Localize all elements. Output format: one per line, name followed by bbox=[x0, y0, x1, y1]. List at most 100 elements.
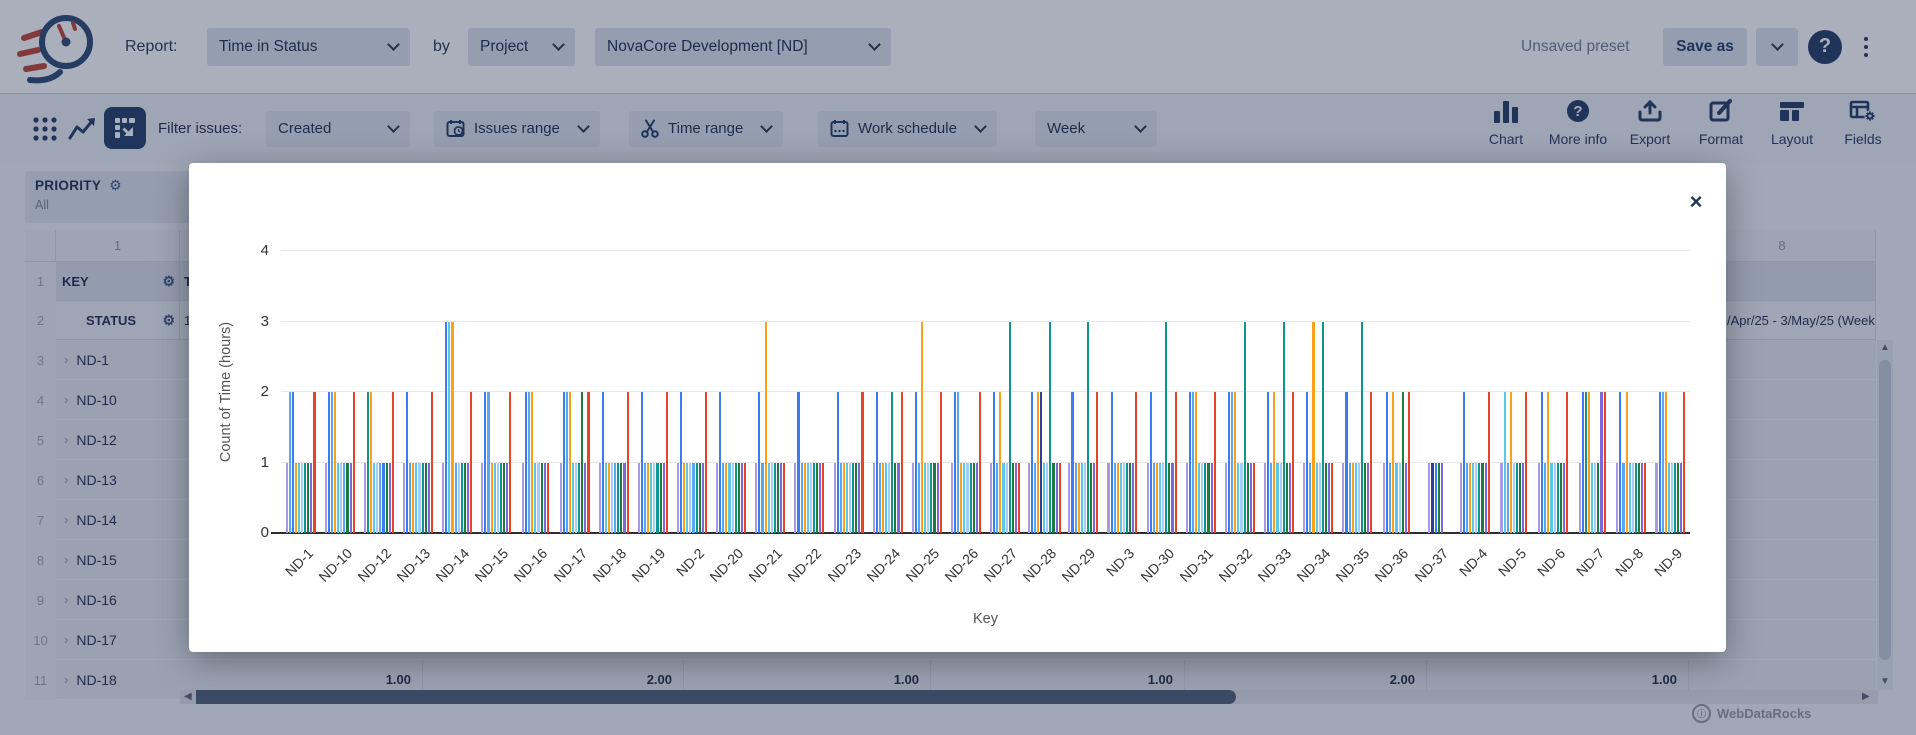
chart-bar[interactable] bbox=[415, 463, 417, 534]
chart-bar[interactable] bbox=[771, 463, 773, 534]
chart-bar[interactable] bbox=[761, 463, 763, 534]
chart-bar[interactable] bbox=[774, 463, 776, 534]
chart-bar[interactable] bbox=[1228, 392, 1230, 533]
chart-bar[interactable] bbox=[531, 392, 533, 533]
chart-bar[interactable] bbox=[1159, 463, 1161, 534]
chart-bar[interactable] bbox=[506, 463, 508, 534]
chart-bar[interactable] bbox=[1009, 322, 1011, 534]
chart-bar[interactable] bbox=[1460, 463, 1462, 534]
chart-bar[interactable] bbox=[313, 392, 315, 533]
chart-bar[interactable] bbox=[1087, 322, 1089, 534]
chart-bar[interactable] bbox=[1028, 463, 1030, 534]
chart-bar[interactable] bbox=[689, 463, 691, 534]
chart-bar[interactable] bbox=[599, 463, 601, 534]
chart-bar[interactable] bbox=[1635, 463, 1637, 534]
chart-bar[interactable] bbox=[1469, 463, 1471, 534]
chart-bar[interactable] bbox=[1207, 463, 1209, 534]
chart-bar[interactable] bbox=[1093, 463, 1095, 534]
chart-bar[interactable] bbox=[331, 392, 333, 533]
close-icon[interactable]: × bbox=[1683, 189, 1709, 215]
chart-bar[interactable] bbox=[611, 463, 613, 534]
chart-bar[interactable] bbox=[807, 463, 809, 534]
chart-bar[interactable] bbox=[481, 463, 483, 534]
chart-bar[interactable] bbox=[716, 463, 718, 534]
chart-bar[interactable] bbox=[406, 392, 408, 533]
chart-bar[interactable] bbox=[915, 392, 917, 533]
chart-bar[interactable] bbox=[581, 392, 583, 533]
chart-bar[interactable] bbox=[1370, 392, 1372, 533]
chart-bar[interactable] bbox=[1162, 463, 1164, 534]
chart-bar[interactable] bbox=[728, 463, 730, 534]
chart-bar[interactable] bbox=[1264, 463, 1266, 534]
chart-bar[interactable] bbox=[1507, 463, 1509, 534]
chart-bar[interactable] bbox=[1132, 463, 1134, 534]
chart-bar[interactable] bbox=[1659, 392, 1661, 533]
chart-bar[interactable] bbox=[663, 463, 665, 534]
chart-bar[interactable] bbox=[996, 463, 998, 534]
chart-bar[interactable] bbox=[289, 392, 291, 533]
chart-bar[interactable] bbox=[467, 463, 469, 534]
chart-bar[interactable] bbox=[578, 463, 580, 534]
chart-bar[interactable] bbox=[370, 392, 372, 533]
chart-bar[interactable] bbox=[1383, 463, 1385, 534]
chart-bar[interactable] bbox=[638, 463, 640, 534]
chart-bar[interactable] bbox=[719, 392, 721, 533]
chart-bar[interactable] bbox=[494, 463, 496, 534]
chart-bar[interactable] bbox=[1123, 463, 1125, 534]
chart-bar[interactable] bbox=[418, 463, 420, 534]
chart-bar[interactable] bbox=[644, 463, 646, 534]
chart-bar[interactable] bbox=[816, 463, 818, 534]
chart-bar[interactable] bbox=[534, 463, 536, 534]
chart-bar[interactable] bbox=[617, 463, 619, 534]
chart-bar[interactable] bbox=[1309, 463, 1311, 534]
chart-bar[interactable] bbox=[1078, 463, 1080, 534]
chart-bar[interactable] bbox=[1114, 463, 1116, 534]
chart-bar[interactable] bbox=[367, 392, 369, 533]
chart-bar[interactable] bbox=[379, 463, 381, 534]
chart-bar[interactable] bbox=[1165, 322, 1167, 534]
chart-bar[interactable] bbox=[970, 463, 972, 534]
chart-bar[interactable] bbox=[451, 322, 453, 534]
chart-bar[interactable] bbox=[1604, 392, 1606, 533]
chart-bar[interactable] bbox=[1247, 463, 1249, 534]
chart-bar[interactable] bbox=[918, 463, 920, 534]
chart-bar[interactable] bbox=[858, 463, 860, 534]
chart-bar[interactable] bbox=[1392, 392, 1394, 533]
chart-bar[interactable] bbox=[1156, 463, 1158, 534]
chart-bar[interactable] bbox=[1126, 463, 1128, 534]
chart-bar[interactable] bbox=[680, 392, 682, 533]
chart-bar[interactable] bbox=[1286, 463, 1288, 534]
chart-bar[interactable] bbox=[822, 463, 824, 534]
chart-bar[interactable] bbox=[1585, 392, 1587, 533]
chart-bar[interactable] bbox=[1560, 463, 1562, 534]
chart-bar[interactable] bbox=[1349, 463, 1351, 534]
chart-bar[interactable] bbox=[560, 463, 562, 534]
chart-bar[interactable] bbox=[1303, 463, 1305, 534]
chart-bar[interactable] bbox=[1204, 463, 1206, 534]
chart-bar[interactable] bbox=[353, 392, 355, 533]
chart-bar[interactable] bbox=[1214, 392, 1216, 533]
chart-bar[interactable] bbox=[1582, 392, 1584, 533]
chart-bar[interactable] bbox=[1475, 463, 1477, 534]
chart-bar[interactable] bbox=[364, 463, 366, 534]
chart-bar[interactable] bbox=[1071, 392, 1073, 533]
chart-bar[interactable] bbox=[1541, 392, 1543, 533]
chart-bar[interactable] bbox=[738, 463, 740, 534]
chart-bar[interactable] bbox=[1037, 392, 1039, 533]
chart-bar[interactable] bbox=[794, 463, 796, 534]
chart-bar[interactable] bbox=[650, 463, 652, 534]
chart-bar[interactable] bbox=[683, 463, 685, 534]
chart-bar[interactable] bbox=[487, 392, 489, 533]
chart-bar[interactable] bbox=[849, 463, 851, 534]
chart-bar[interactable] bbox=[544, 463, 546, 534]
chart-bar[interactable] bbox=[1084, 463, 1086, 534]
chart-bar[interactable] bbox=[301, 463, 303, 534]
chart-bar[interactable] bbox=[537, 463, 539, 534]
chart-bar[interactable] bbox=[584, 463, 586, 534]
chart-bar[interactable] bbox=[310, 463, 312, 534]
chart-bar[interactable] bbox=[797, 392, 799, 533]
chart-bar[interactable] bbox=[765, 322, 767, 534]
chart-bar[interactable] bbox=[1547, 392, 1549, 533]
chart-bar[interactable] bbox=[1405, 463, 1407, 534]
chart-bar[interactable] bbox=[1683, 392, 1685, 533]
